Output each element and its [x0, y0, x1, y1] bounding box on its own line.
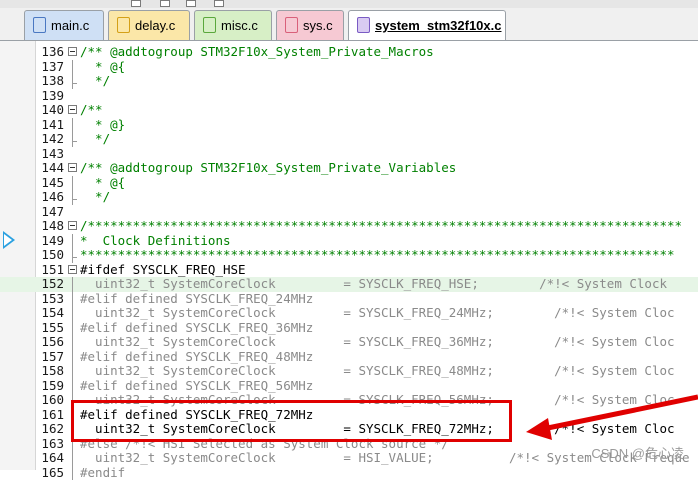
annotation-arrow-icon: [538, 397, 698, 430]
annotation-arrowhead-icon: [526, 418, 552, 440]
annotation-arrow-overlay: [0, 0, 698, 470]
watermark: CSDN @危心凌: [591, 443, 684, 462]
